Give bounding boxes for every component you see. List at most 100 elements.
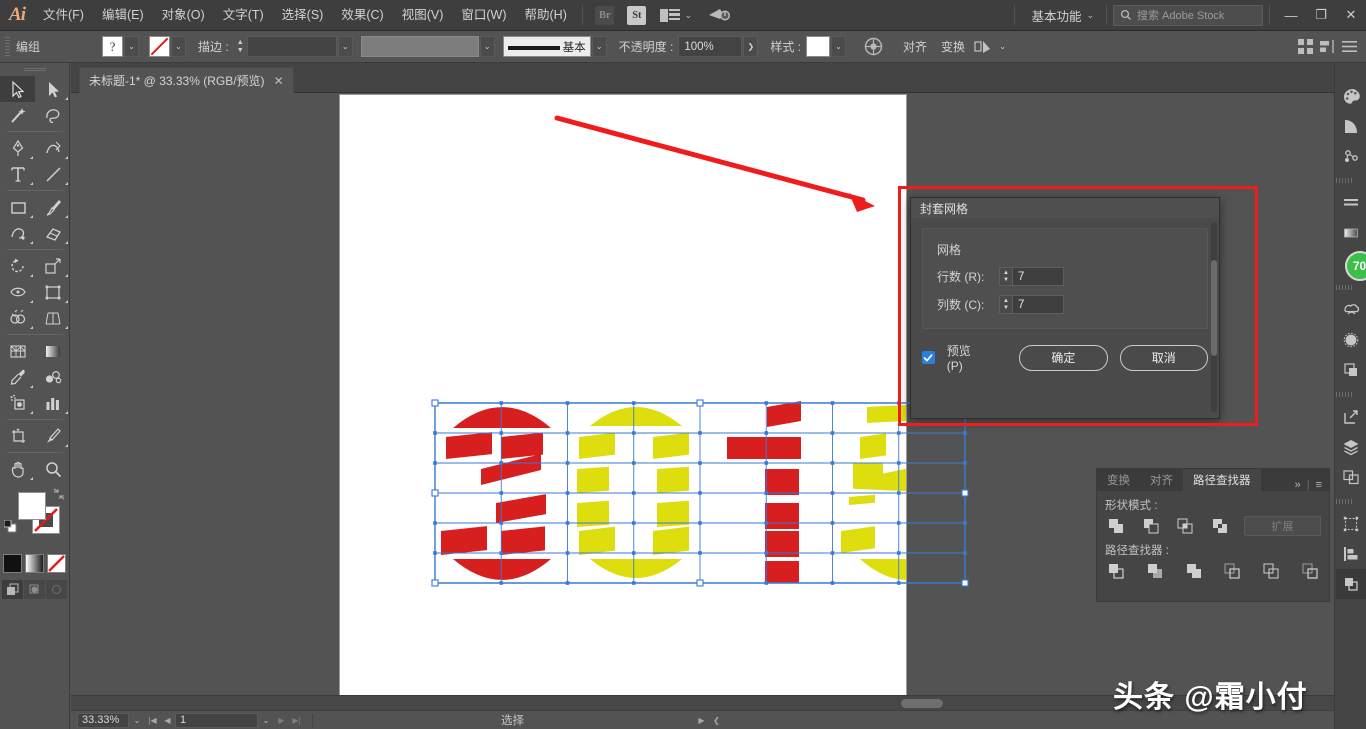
menu-help[interactable]: 帮助(H) [516,0,576,31]
stroke-weight-stepper[interactable]: ▲ ▼ [234,36,247,57]
toolbar-fill-swatch[interactable] [18,492,46,520]
appearance-panel-icon[interactable] [1336,355,1366,385]
tools-panel-grip[interactable] [0,63,69,76]
hand-tool[interactable] [0,456,35,482]
color-panel-icon[interactable] [1336,81,1366,111]
stroke-profile-field[interactable]: 基本 [502,36,591,57]
paintbrush-tool[interactable] [35,194,70,220]
preview-checkbox[interactable] [922,351,935,364]
arrange-documents-button[interactable]: ⌄ [656,5,696,25]
preview-label[interactable]: 预览 (P) [947,342,990,373]
artboard-number-input[interactable]: 1 [175,712,258,728]
dock-group-grip[interactable] [1335,178,1354,183]
transparency-panel-icon[interactable]: 70 [1336,248,1366,281]
panel-menu-icon[interactable]: ≡ [1316,479,1322,491]
close-button[interactable]: ✕ [1336,0,1366,31]
draw-inside-button[interactable] [46,580,67,599]
menu-select[interactable]: 选择(S) [273,0,333,31]
free-transform-tool[interactable] [35,279,70,305]
close-icon[interactable]: ✕ [274,74,284,88]
collapse-panel-icon[interactable]: » [1295,479,1301,491]
transform-panel-icon[interactable] [1336,509,1366,539]
variable-width-dropdown-icon[interactable]: ⌄ [479,36,495,57]
draw-behind-button[interactable] [24,580,45,599]
stroke-profile-dropdown-icon[interactable]: ⌄ [591,36,607,57]
previous-artboard-button[interactable]: ◀ [160,716,175,725]
merge-button[interactable] [1183,561,1205,581]
workspace-switcher[interactable]: 基本功能 ⌄ [1021,6,1100,25]
cols-stepper[interactable]: ▲ ▼ [999,295,1012,314]
draw-normal-button[interactable] [2,580,23,599]
menu-file[interactable]: 文件(F) [34,0,93,31]
gradient-button[interactable] [25,554,44,573]
trim-button[interactable] [1144,561,1166,581]
minus-front-button[interactable] [1140,516,1162,536]
next-artboard-button[interactable]: ▶ [274,716,289,725]
stroke-panel-icon[interactable] [1336,188,1366,218]
style-dropdown-icon[interactable]: ⌄ [831,36,847,57]
menu-type[interactable]: 文字(T) [214,0,273,31]
bridge-icon[interactable]: Br [592,5,618,25]
menu-window[interactable]: 窗口(W) [452,0,515,31]
stroke-dropdown-icon[interactable]: ⌄ [171,36,186,57]
align-button[interactable]: 对齐 [896,38,934,55]
expand-button[interactable]: 扩展 [1243,516,1322,536]
blend-tool[interactable] [35,364,70,390]
gradient-panel-icon[interactable] [1336,218,1366,248]
opacity-flyout-icon[interactable]: ❯ [743,36,759,57]
control-panel-menu-button[interactable] [1338,36,1360,58]
fill-dropdown-icon[interactable]: ⌄ [124,36,139,57]
outline-button[interactable] [1260,561,1282,581]
curvature-tool[interactable] [35,135,70,161]
dock-group-grip[interactable] [1335,499,1354,504]
symbol-sprayer-tool[interactable] [0,390,35,416]
artboards-panel-icon[interactable] [1336,462,1366,492]
zoom-level-input[interactable]: 33.33% [77,712,129,728]
direct-selection-tool[interactable] [35,76,70,102]
magic-wand-tool[interactable] [0,102,35,128]
graphic-style-swatch[interactable] [806,36,831,57]
document-tab[interactable]: 未标题-1* @ 33.33% (RGB/预览) ✕ [79,67,294,93]
brushes-panel-icon[interactable] [1336,325,1366,355]
dock-group-grip[interactable] [1335,392,1354,397]
minus-back-button[interactable] [1299,561,1321,581]
default-fill-stroke-icon[interactable] [3,519,17,533]
color-guide-panel-icon[interactable] [1336,111,1366,141]
opacity-input[interactable]: 100% [678,36,743,57]
tab-align[interactable]: 对齐 [1140,469,1183,491]
last-artboard-button[interactable]: ▶| [289,716,304,725]
swap-fill-stroke-icon[interactable] [53,488,65,500]
gradient-tool[interactable] [35,338,70,364]
horizontal-scroll-thumb[interactable] [901,699,943,708]
menu-view[interactable]: 视图(V) [393,0,453,31]
cols-input[interactable]: 7 [1012,295,1064,314]
shaper-tool[interactable] [0,220,35,246]
unite-button[interactable] [1105,516,1127,536]
menu-object[interactable]: 对象(O) [153,0,214,31]
dialog-scrollbar[interactable] [1211,222,1217,412]
rows-stepper[interactable]: ▲ ▼ [999,267,1012,286]
rows-input[interactable]: 7 [1012,267,1064,286]
selection-tool[interactable] [0,76,35,102]
envelope-dropdown-icon[interactable]: ⌄ [995,36,1010,57]
distribute-button[interactable] [1316,36,1338,58]
rectangle-tool[interactable] [0,194,35,220]
cancel-button[interactable]: 取消 [1119,344,1208,371]
eraser-tool[interactable] [35,220,70,246]
line-segment-tool[interactable] [35,161,70,187]
status-flyout-icon[interactable]: ▶ [694,716,709,725]
exclude-button[interactable] [1209,516,1231,536]
divide-button[interactable] [1105,561,1127,581]
envelope-distort-button[interactable] [972,36,994,58]
crop-button[interactable] [1221,561,1243,581]
rotate-tool[interactable] [0,253,35,279]
tab-transform[interactable]: 变换 [1097,469,1140,491]
minimize-button[interactable]: — [1276,0,1306,31]
restore-button[interactable]: ❐ [1306,0,1336,31]
color-button[interactable] [3,554,22,573]
stock-rocket-icon[interactable] [702,5,736,25]
cc-libraries-panel-icon[interactable] [1336,295,1366,325]
stock-search-input[interactable]: 搜索 Adobe Stock [1113,4,1263,26]
recolor-artwork-button[interactable] [862,36,884,58]
zoom-tool[interactable] [35,456,70,482]
